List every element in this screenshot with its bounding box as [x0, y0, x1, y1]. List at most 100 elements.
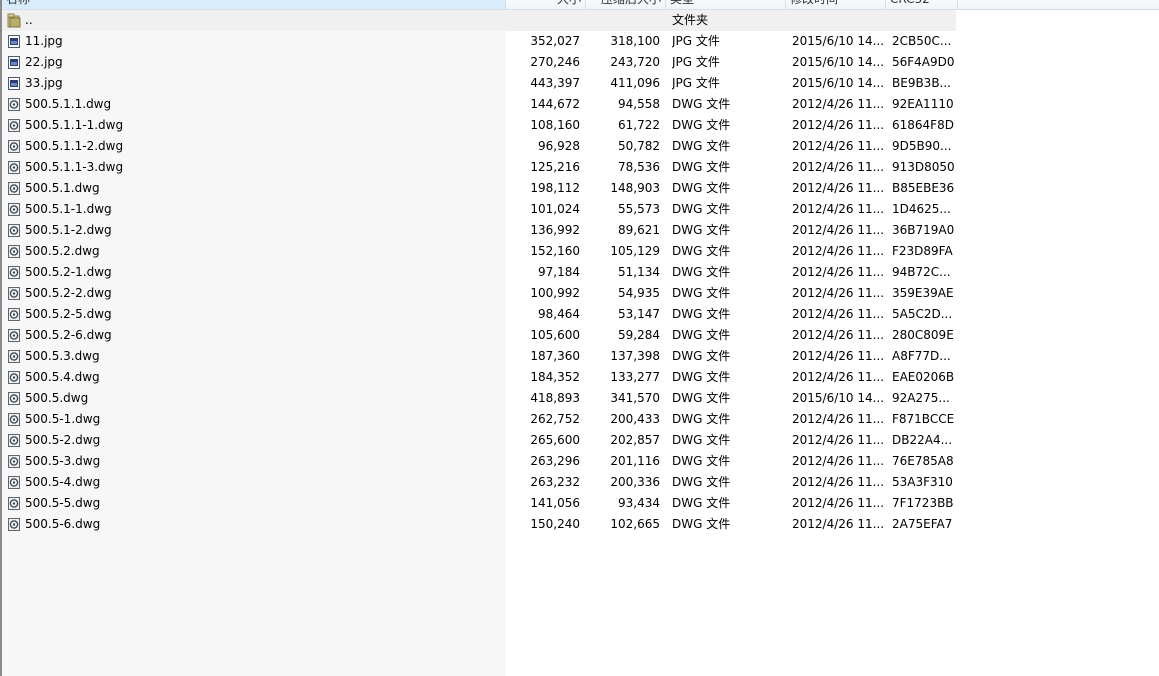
file-row[interactable]: 22.jpg 270,246 243,720 JPG 文件 2015/6/10 14..…	[2, 52, 956, 73]
file-packed-size: 133,277	[610, 370, 660, 384]
file-packed-size: 61,722	[618, 118, 660, 132]
file-row[interactable]: 33.jpg 443,397 411,096 JPG 文件 2015/6/10 14..…	[2, 73, 956, 94]
file-modified: 2012/4/26 11...	[792, 181, 884, 195]
file-modified: 2012/4/26 11...	[792, 139, 884, 153]
file-type: DWG 文件	[672, 160, 731, 174]
file-row[interactable]: 500.5-2.dwg 265,600 202,857 DWG 文件 2012/4/26…	[2, 430, 956, 451]
file-size: 105,600	[530, 328, 580, 342]
file-name: 500.5.3.dwg	[25, 349, 100, 363]
column-header-type[interactable]: 类型	[666, 0, 786, 9]
file-row[interactable]: 500.5.1.1-1.dwg 108,160 61,722 DWG 文件 2012/4…	[2, 115, 956, 136]
file-row[interactable]: 500.5.1.1-2.dwg 96,928 50,782 DWG 文件 2012/4/…	[2, 136, 956, 157]
file-row[interactable]: 500.5.2.dwg 152,160 105,129 DWG 文件 2012/4/26…	[2, 241, 956, 262]
file-type: DWG 文件	[672, 517, 731, 531]
file-modified: 2012/4/26 11...	[792, 433, 884, 447]
file-row[interactable]: 500.5.1-1.dwg 101,024 55,573 DWG 文件 2012/4/2…	[2, 199, 956, 220]
file-packed-size: 202,857	[610, 433, 660, 447]
file-row[interactable]: 500.5.4.dwg 184,352 133,277 DWG 文件 2012/4/26…	[2, 367, 956, 388]
file-crc32: DB22A4...	[892, 433, 953, 447]
file-type: DWG 文件	[672, 139, 731, 153]
file-size: 144,672	[530, 97, 580, 111]
file-row[interactable]: 500.5.1.dwg 198,112 148,903 DWG 文件 2012/4/26…	[2, 178, 956, 199]
file-type: DWG 文件	[672, 181, 731, 195]
file-name: 500.5.2-2.dwg	[25, 286, 112, 300]
file-modified: 2012/4/26 11...	[792, 202, 884, 216]
file-name: 33.jpg	[25, 76, 63, 90]
file-name: 11.jpg	[25, 34, 63, 48]
file-row[interactable]: 500.5.2-5.dwg 98,464 53,147 DWG 文件 2012/4/26…	[2, 304, 956, 325]
file-row[interactable]: 500.5.1-2.dwg 136,992 89,621 DWG 文件 2012/4/2…	[2, 220, 956, 241]
file-name: 500.5.4.dwg	[25, 370, 100, 384]
file-name-cell: 500.5.1.dwg	[2, 178, 502, 199]
file-size: 98,464	[538, 307, 580, 321]
column-header-modified[interactable]: 修改时间	[786, 0, 886, 9]
file-type: DWG 文件	[672, 202, 731, 216]
file-size: 125,216	[530, 160, 580, 174]
file-type: DWG 文件	[672, 433, 731, 447]
dwg-file-icon	[7, 454, 21, 469]
file-modified: 2012/4/26 11...	[792, 328, 884, 342]
file-row[interactable]: 500.5.1.1-3.dwg 125,216 78,536 DWG 文件 2012/4…	[2, 157, 956, 178]
file-row[interactable]: 500.5-1.dwg 262,752 200,433 DWG 文件 2012/4/26…	[2, 409, 956, 430]
column-header-size[interactable]: 大小	[506, 0, 586, 9]
file-name-cell: 500.5.4.dwg	[2, 367, 502, 388]
file-row[interactable]: 500.5.2-6.dwg 105,600 59,284 DWG 文件 2012/4/2…	[2, 325, 956, 346]
file-name: 500.5-2.dwg	[25, 433, 101, 447]
file-name: 500.5-1.dwg	[25, 412, 101, 426]
file-name-cell: 500.5.1-1.dwg	[2, 199, 502, 220]
dwg-file-icon	[7, 370, 21, 385]
file-crc32: 92A275...	[892, 391, 950, 405]
file-packed-size: 50,782	[618, 139, 660, 153]
file-name: 500.5-5.dwg	[25, 496, 101, 510]
file-type: DWG 文件	[672, 328, 731, 342]
file-row[interactable]: 500.5-5.dwg 141,056 93,434 DWG 文件 2012/4/26 …	[2, 493, 956, 514]
file-row[interactable]: 500.5-4.dwg 263,232 200,336 DWG 文件 2012/4/26…	[2, 472, 956, 493]
file-name: 500.5-6.dwg	[25, 517, 101, 531]
column-header-crc32[interactable]: CRC32	[886, 0, 958, 9]
dwg-file-icon	[7, 517, 21, 532]
file-row[interactable]: 11.jpg 352,027 318,100 JPG 文件 2015/6/10 14..…	[2, 31, 956, 52]
file-crc32: 2CB50C...	[892, 34, 952, 48]
file-size: 184,352	[530, 370, 580, 384]
file-list: .. 文件夹 11.jpg 352,027 318,100 JPG 文件 2015/6/…	[2, 10, 956, 535]
file-crc32: F871BCCE	[892, 412, 954, 426]
file-name: 500.5.1.1-2.dwg	[25, 139, 124, 153]
file-crc32: 280C809E	[892, 328, 954, 342]
file-name: 500.5-4.dwg	[25, 475, 101, 489]
file-size: 150,240	[530, 517, 580, 531]
file-row[interactable]: 500.5.1.1.dwg 144,672 94,558 DWG 文件 2012/4/2…	[2, 94, 956, 115]
file-row[interactable]: 500.5.3.dwg 187,360 137,398 DWG 文件 2012/4/26…	[2, 346, 956, 367]
file-row[interactable]: 500.5-6.dwg 150,240 102,665 DWG 文件 2012/4/26…	[2, 514, 956, 535]
column-header-name[interactable]: 名称	[2, 0, 506, 9]
file-size: 136,992	[530, 223, 580, 237]
file-modified: 2015/6/10 14...	[792, 55, 884, 69]
file-crc32: F23D89FA	[892, 244, 953, 258]
dwg-file-icon	[7, 286, 21, 301]
file-size: 101,024	[530, 202, 580, 216]
file-modified: 2012/4/26 11...	[792, 286, 884, 300]
dwg-file-icon	[7, 265, 21, 280]
archive-file-list-window: 名称 大小 压缩后大小 类型 修改时间 CRC32 .. 文件夹	[0, 0, 1159, 676]
file-row[interactable]: 500.5.2-1.dwg 97,184 51,134 DWG 文件 2012/4/26…	[2, 262, 956, 283]
column-header-packed-size[interactable]: 压缩后大小	[586, 0, 666, 9]
file-name-cell: 500.5.2-6.dwg	[2, 325, 502, 346]
file-name-cell: 500.5.2-2.dwg	[2, 283, 502, 304]
file-size: 265,600	[530, 433, 580, 447]
file-row[interactable]: 500.5.dwg 418,893 341,570 DWG 文件 2015/6/10 1…	[2, 388, 956, 409]
file-type: DWG 文件	[672, 496, 731, 510]
file-size: 443,397	[530, 76, 580, 90]
file-packed-size: 94,558	[618, 97, 660, 111]
file-row[interactable]: 500.5.2-2.dwg 100,992 54,935 DWG 文件 2012/4/2…	[2, 283, 956, 304]
file-name-cell: 500.5.1.1.dwg	[2, 94, 502, 115]
file-modified: 2012/4/26 11...	[792, 349, 884, 363]
file-size: 262,752	[530, 412, 580, 426]
parent-folder-row[interactable]: .. 文件夹	[2, 10, 956, 31]
file-crc32: 2A75EFA7	[892, 517, 953, 531]
file-name: 500.5.2.dwg	[25, 244, 100, 258]
file-name-cell: 500.5-3.dwg	[2, 451, 502, 472]
file-row[interactable]: 500.5-3.dwg 263,296 201,116 DWG 文件 2012/4/26…	[2, 451, 956, 472]
file-name-cell: 500.5.2-1.dwg	[2, 262, 502, 283]
file-name-cell: 500.5.1-2.dwg	[2, 220, 502, 241]
file-name: 500.5.1.1-1.dwg	[25, 118, 124, 132]
dwg-file-icon	[7, 412, 21, 427]
